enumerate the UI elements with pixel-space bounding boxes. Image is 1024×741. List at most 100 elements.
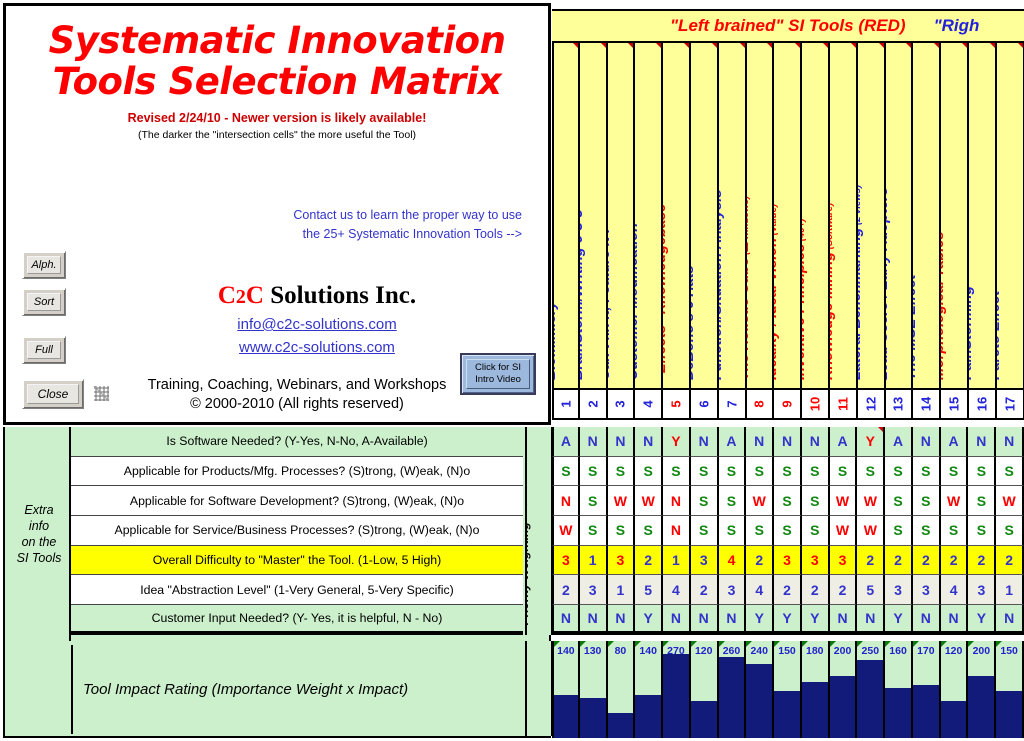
grid-cell[interactable]: 4	[663, 575, 691, 606]
grid-cell[interactable]: 4	[746, 575, 775, 606]
grid-cell[interactable]: W	[857, 516, 886, 546]
grid-cell[interactable]: S	[774, 516, 802, 546]
impact-bar-cell[interactable]: 140	[552, 641, 580, 738]
grid-cell[interactable]: S	[968, 456, 997, 487]
tool-header-cell[interactable]: Function/Situation Analysis	[718, 43, 747, 390]
grid-cell[interactable]: A	[718, 427, 747, 457]
grid-cell[interactable]: S	[885, 486, 913, 517]
grid-cell[interactable]: 5	[635, 575, 664, 606]
email-link[interactable]: info@c2c-solutions.com	[96, 316, 538, 333]
tool-number-cell[interactable]: 5	[663, 390, 691, 420]
tool-number-cell[interactable]: 16	[968, 390, 997, 420]
grid-cell[interactable]: S	[607, 456, 636, 487]
impact-bar-cell[interactable]: 180	[801, 641, 830, 738]
grid-cell[interactable]: S	[885, 516, 913, 546]
grid-cell[interactable]: 1	[607, 575, 636, 606]
grid-cell[interactable]: 3	[579, 575, 608, 606]
grid-cell[interactable]: 3	[552, 545, 580, 576]
grid-cell[interactable]: N	[579, 427, 608, 457]
grid-cell[interactable]: N	[607, 427, 636, 457]
tool-header-cell[interactable]: Pareto Effect	[996, 43, 1024, 390]
grid-cell[interactable]: N	[635, 427, 664, 457]
grid-cell[interactable]: S	[635, 516, 664, 546]
grid-cell[interactable]: 3	[801, 545, 830, 576]
grid-cell[interactable]: S	[829, 456, 858, 487]
grid-cell[interactable]: 1	[996, 575, 1024, 606]
grid-cell[interactable]: S	[912, 486, 941, 517]
grid-cell[interactable]: 3	[885, 575, 913, 606]
grid-cell[interactable]: S	[940, 456, 969, 487]
grid-cell[interactable]: 2	[690, 575, 719, 606]
grid-cell[interactable]: W	[552, 516, 580, 546]
grid-cell[interactable]: Y	[857, 427, 886, 457]
grid-cell[interactable]: 3	[607, 545, 636, 576]
grid-cell[interactable]: N	[690, 605, 719, 635]
tool-number-cell[interactable]: 6	[690, 390, 719, 420]
grid-cell[interactable]: W	[829, 486, 858, 517]
grid-cell[interactable]: W	[857, 486, 886, 517]
tool-number-cell[interactable]: 4	[635, 390, 664, 420]
grid-cell[interactable]: 4	[940, 575, 969, 606]
grid-cell[interactable]: S	[579, 456, 608, 487]
close-button[interactable]: Close	[22, 379, 84, 409]
tool-number-cell[interactable]: 2	[579, 390, 608, 420]
grid-cell[interactable]: W	[607, 486, 636, 517]
tool-header-cell[interactable]: "Effects" Knowledgebase	[663, 43, 691, 390]
grid-cell[interactable]: S	[801, 516, 830, 546]
sort-button[interactable]: Sort	[22, 288, 66, 316]
grid-cell[interactable]: Y	[968, 605, 997, 635]
grid-cell[interactable]: 2	[746, 545, 775, 576]
grid-cell[interactable]: S	[718, 456, 747, 487]
grid-cell[interactable]: 1	[663, 545, 691, 576]
impact-bar-cell[interactable]: 170	[912, 641, 941, 738]
grid-cell[interactable]: S	[579, 516, 608, 546]
grid-cell[interactable]: S	[912, 456, 941, 487]
tool-header-cell[interactable]: Can't fix it, Feature it !	[607, 43, 636, 390]
grid-cell[interactable]: N	[746, 427, 775, 457]
tool-header-cell[interactable]: Morphological Tables	[941, 43, 969, 390]
grid-cell[interactable]: W	[940, 486, 969, 517]
grid-cell[interactable]: S	[774, 456, 802, 487]
full-button[interactable]: Full	[22, 336, 66, 364]
grid-cell[interactable]: S	[718, 516, 747, 546]
tool-header-cell[interactable]: Knowledge Mining (Software)	[829, 43, 858, 390]
grid-cell[interactable]: A	[829, 427, 858, 457]
grid-cell[interactable]: N	[912, 605, 941, 635]
impact-bar-cell[interactable]: 160	[885, 641, 913, 738]
grid-cell[interactable]: 2	[774, 575, 802, 606]
grid-cell[interactable]: N	[996, 605, 1024, 635]
grid-cell[interactable]: Y	[746, 605, 775, 635]
grid-cell[interactable]: S	[690, 516, 719, 546]
impact-bar-cell[interactable]: 120	[690, 641, 719, 738]
grid-cell[interactable]: S	[940, 516, 969, 546]
tool-number-cell[interactable]: 15	[941, 390, 969, 420]
grid-cell[interactable]: 2	[857, 545, 886, 576]
grid-cell[interactable]: 3	[912, 575, 941, 606]
grid-cell[interactable]: 2	[968, 545, 997, 576]
impact-bar-cell[interactable]: 150	[774, 641, 802, 738]
grid-cell[interactable]: N	[718, 605, 747, 635]
grid-cell[interactable]: S	[635, 456, 664, 487]
tool-header-cell[interactable]: BrainStorm/Writing 6-3-5	[579, 43, 608, 390]
tool-number-cell[interactable]: 3	[607, 390, 636, 420]
tool-header-cell[interactable]: Ideality / Ideal Vision (Value)	[774, 43, 803, 390]
alph-button[interactable]: Alph.	[22, 251, 66, 279]
tool-header-cell[interactable]: Lateral Benchmarking (2 views)	[857, 43, 886, 390]
tool-header-cell[interactable]: Biomimicry	[552, 43, 580, 390]
grid-cell[interactable]: N	[857, 605, 886, 635]
grid-cell[interactable]: A	[552, 427, 580, 457]
grid-cell[interactable]: W	[635, 486, 664, 517]
grid-cell[interactable]: S	[968, 486, 997, 517]
grid-cell[interactable]: 3	[690, 545, 719, 576]
tool-header-cell[interactable]: PainStorming	[968, 43, 997, 390]
grid-cell[interactable]: N	[690, 427, 719, 457]
grid-cell[interactable]: N	[607, 605, 636, 635]
tool-header-cell[interactable]: Customer Modification	[635, 43, 664, 390]
grid-cell[interactable]: 2	[912, 545, 941, 576]
grid-cell[interactable]: 2	[885, 545, 913, 576]
grid-cell[interactable]: 3	[774, 545, 802, 576]
grid-cell[interactable]: S	[912, 516, 941, 546]
tool-number-cell[interactable]: 8	[746, 390, 775, 420]
grid-cell[interactable]: N	[968, 427, 997, 457]
grid-cell[interactable]: Y	[885, 605, 913, 635]
